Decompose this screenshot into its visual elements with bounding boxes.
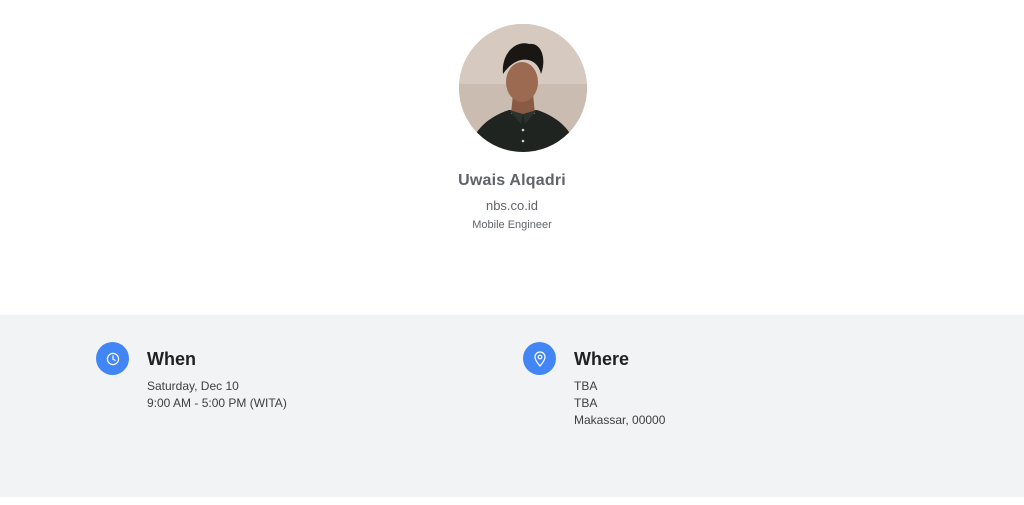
avatar xyxy=(459,24,587,152)
when-details: Saturday, Dec 10 9:00 AM - 5:00 PM (WITA… xyxy=(147,378,287,412)
event-time: 9:00 AM - 5:00 PM (WITA) xyxy=(147,396,287,410)
speaker-profile: Uwais Alqadri nbs.co.id Mobile Engineer xyxy=(0,0,1024,315)
location-pin-icon xyxy=(523,342,556,375)
when-title: When xyxy=(147,349,196,369)
venue-line-1: TBA xyxy=(574,379,598,393)
venue-line-2: TBA xyxy=(574,396,598,410)
where-details: TBA TBA Makassar, 00000 xyxy=(574,378,665,429)
event-date: Saturday, Dec 10 xyxy=(147,379,239,393)
venue-line-3: Makassar, 00000 xyxy=(574,413,666,427)
where-title: Where xyxy=(574,349,630,369)
speaker-name: Uwais Alqadri xyxy=(458,172,566,189)
event-details-section: When Saturday, Dec 10 9:00 AM - 5:00 PM … xyxy=(0,315,1024,497)
speaker-organization: nbs.co.id xyxy=(485,198,539,213)
clock-icon xyxy=(96,342,129,375)
speaker-role: Mobile Engineer xyxy=(472,219,552,231)
